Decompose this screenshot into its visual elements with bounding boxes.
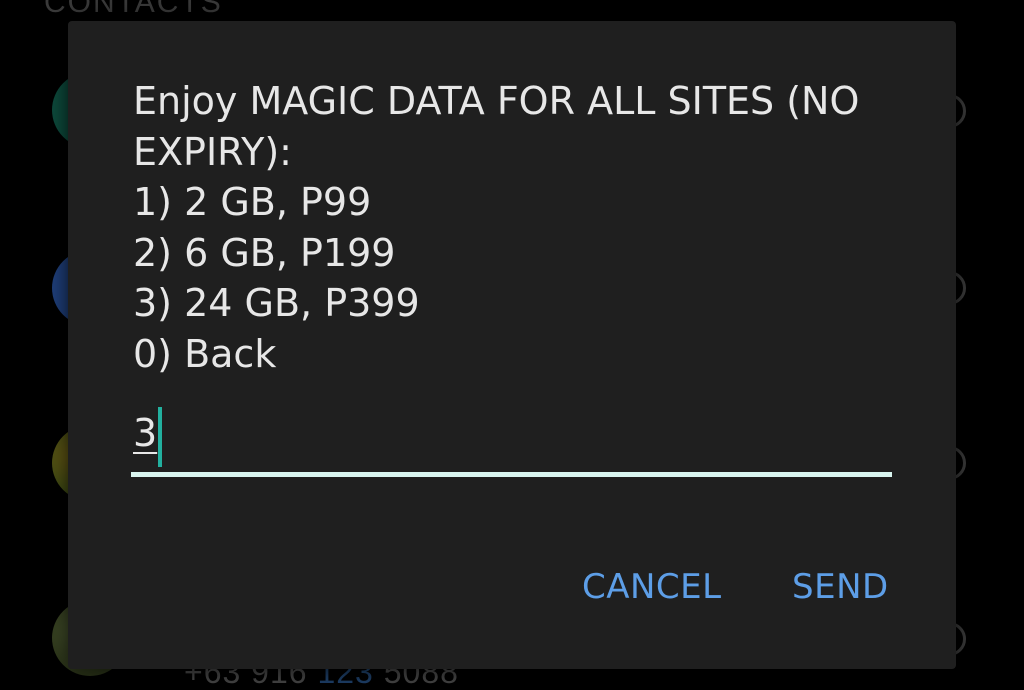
input-underline bbox=[131, 472, 892, 477]
dialog-actions: CANCEL SEND bbox=[68, 567, 956, 617]
ussd-message: Enjoy MAGIC DATA FOR ALL SITES (NO EXPIR… bbox=[133, 79, 860, 376]
ussd-dialog: Enjoy MAGIC DATA FOR ALL SITES (NO EXPIR… bbox=[68, 21, 956, 669]
contacts-header: CONTACTS bbox=[44, 0, 223, 19]
text-caret bbox=[158, 407, 162, 467]
send-button[interactable]: SEND bbox=[792, 567, 889, 607]
ussd-reply-value[interactable]: 3 bbox=[133, 411, 157, 455]
screen: CONTACTS i i i i +63 916 123 5088 Enjoy … bbox=[0, 0, 1024, 690]
cancel-button[interactable]: CANCEL bbox=[582, 567, 722, 607]
ussd-reply-input[interactable]: 3 bbox=[131, 403, 892, 479]
